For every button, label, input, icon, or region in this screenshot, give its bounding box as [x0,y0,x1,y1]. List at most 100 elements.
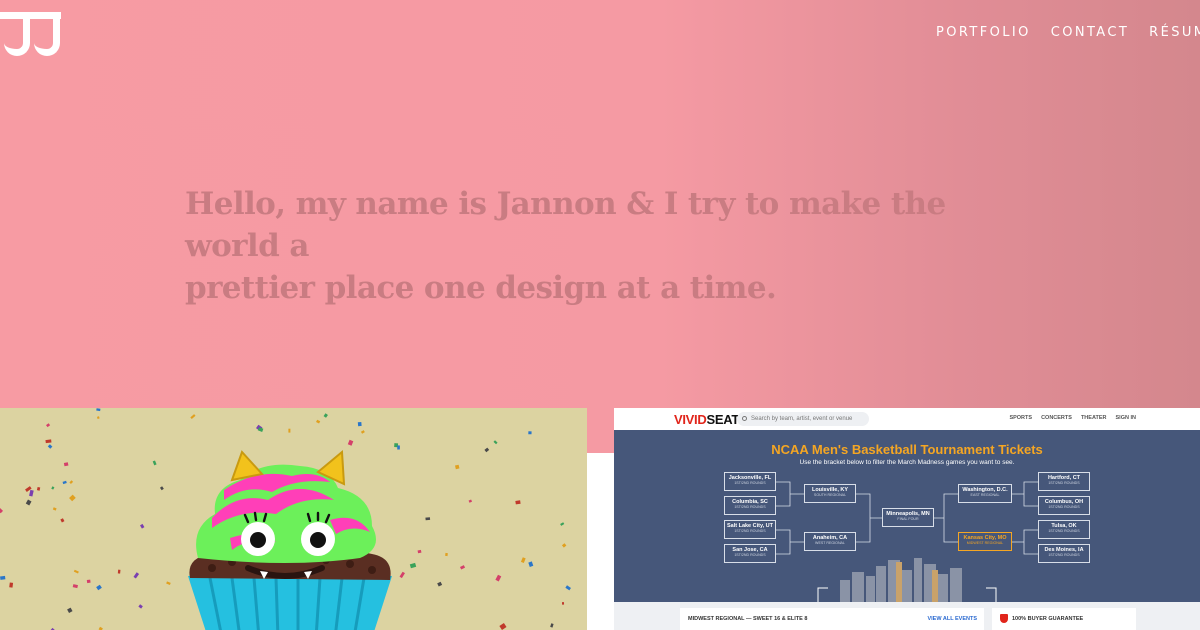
bracket-slot-sub: 1ST/2ND ROUNDS [1048,529,1080,533]
confetti-piece [528,431,532,435]
confetti-piece [493,440,498,445]
vivid-menu-item: THEATER [1080,415,1107,421]
confetti-piece [29,489,34,497]
confetti-piece [166,581,171,585]
confetti-piece [190,414,196,420]
logo-letter-j [27,12,61,56]
confetti-piece [316,419,321,424]
bracket-slot: Kansas City, MO MIDWEST REGIONAL [958,532,1012,551]
confetti-piece [565,585,571,591]
bracket-slot-sub: EAST REGIONAL [970,493,1000,497]
confetti-piece [445,552,448,557]
hero-line-2: prettier place one design at a time. [185,270,777,306]
confetti-piece [0,575,6,580]
confetti-piece [117,569,121,574]
confetti-piece [399,571,405,579]
nav-portfolio[interactable]: PORTFOLIO [936,25,1031,40]
confetti-piece [360,430,365,434]
confetti-piece [72,584,78,589]
confetti-piece [52,507,57,511]
vivid-bracket-panel: NCAA Men's Basketball Tournament Tickets… [614,430,1200,602]
confetti-piece [140,523,145,529]
nav-contact[interactable]: CONTACT [1051,25,1129,40]
confetti-piece [159,486,164,491]
bracket-slot-sub: MIDWEST REGIONAL [966,541,1004,545]
confetti-piece [96,408,101,412]
bracket-slot-sub: 1ST/2ND ROUNDS [734,529,766,533]
vivid-search-placeholder: Search by team, artist, event or venue [751,416,853,422]
confetti-piece [51,486,55,490]
bracket-slot: Anaheim, CA WEST REGIONAL [804,532,856,551]
bracket-slot: Hartford, CT 1ST/2ND ROUNDS [1038,472,1090,491]
confetti-piece [47,444,53,449]
confetti-piece [96,584,102,591]
hero-line-1: Hello, my name is Jannon & I try to make… [185,186,946,264]
vivid-regional-card: MIDWEST REGIONAL — SWEET 16 & ELITE 8 VI… [680,608,984,630]
project-tile-vivid-seats[interactable]: VIVIDSEATS Search by team, artist, event… [614,408,1200,630]
cupcake-illustration [0,408,571,630]
confetti-piece [499,623,507,630]
confetti-piece [25,499,32,506]
confetti-piece [138,604,143,609]
vivid-search: Search by team, artist, event or venue [737,412,869,426]
confetti-piece [0,508,4,514]
vivid-guarantee-label: 100% BUYER GUARANTEE [1012,616,1084,622]
confetti-piece [417,549,422,554]
confetti-piece [96,416,100,419]
confetti-piece [528,561,534,567]
confetti-piece [323,413,328,418]
confetti-piece [437,581,443,587]
confetti-piece [86,579,91,584]
bracket-slot: Des Moines, IA 1ST/2ND ROUNDS [1038,544,1090,563]
shield-icon [1000,614,1008,623]
confetti-piece [67,607,73,614]
project-tile-cupcake[interactable] [0,408,587,630]
bracket-slot-sub: 1ST/2ND ROUNDS [1048,505,1080,509]
bracket-slot-sub: 1ST/2ND ROUNDS [1048,481,1080,485]
nav-resume[interactable]: RÉSUMÉ [1149,25,1200,40]
bracket-slot: San Jose, CA 1ST/2ND ROUNDS [724,544,776,563]
vivid-guarantee-card: 100% BUYER GUARANTEE [992,608,1136,630]
confetti-piece [561,543,567,548]
vivid-menu: SPORTS CONCERTS THEATER SIGN IN [1009,415,1136,421]
confetti-piece [73,569,79,574]
confetti-piece [550,623,554,628]
confetti-piece [133,572,140,579]
confetti-piece [397,445,400,450]
vivid-menu-item: SIGN IN [1115,415,1136,421]
confetti-piece [9,582,14,588]
confetti-piece [357,421,362,427]
vivid-menu-item: CONCERTS [1041,415,1072,421]
confetti-piece [69,494,76,502]
bracket-slot: Louisville, KY SOUTH REGIONAL [804,484,856,503]
site-logo[interactable] [0,12,62,56]
vivid-regional-label: MIDWEST REGIONAL — SWEET 16 & ELITE 8 [688,616,808,622]
bracket-slot-sub: WEST REGIONAL [815,541,845,545]
vivid-menu-item: SPORTS [1009,415,1033,421]
main-nav: PORTFOLIO CONTACT RÉSUMÉ [936,25,1200,40]
confetti-piece [36,487,41,491]
bracket-slot: Jacksonville, FL 1ST/2ND ROUNDS [724,472,776,491]
confetti-piece [62,480,67,485]
bracket-slot-sub: 1ST/2ND ROUNDS [734,481,766,485]
search-icon [742,416,747,421]
confetti-piece [484,447,490,453]
confetti-piece [425,517,431,521]
confetti-piece [495,574,502,582]
bracket-slot: Columbia, SC 1ST/2ND ROUNDS [724,496,776,515]
confetti-piece [152,460,157,466]
confetti-piece [560,522,565,526]
bracket-slot-sub: SOUTH REGIONAL [813,493,847,497]
confetti-piece [60,518,65,523]
confetti-piece [347,439,354,446]
bracket-slot-sub: 1ST/2ND ROUNDS [1048,553,1080,557]
confetti-piece [459,565,466,570]
confetti-piece [45,439,52,444]
confetti-piece [454,464,460,470]
vivid-header: VIVIDSEATS Search by team, artist, event… [614,408,1200,430]
vivid-logo-a: VIVID [674,412,707,427]
confetti-piece [409,562,417,569]
bracket-slot-sub: FINAL FOUR [897,517,919,521]
bracket-slot: Salt Lake City, UT 1ST/2ND ROUNDS [724,520,776,539]
hero-headline: Hello, my name is Jannon & I try to make… [185,183,1005,309]
